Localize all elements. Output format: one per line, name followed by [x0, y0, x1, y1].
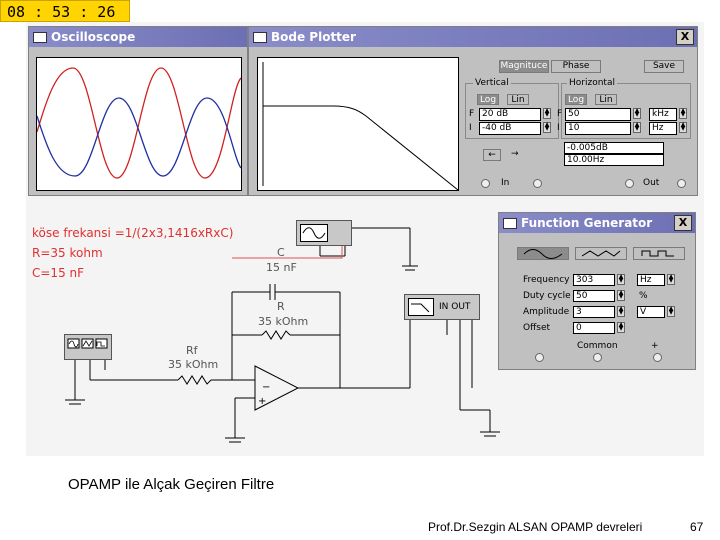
oscilloscope-symbol[interactable] [296, 220, 352, 246]
page-number: 67 [690, 520, 704, 534]
resistor-rf-value: 35 kOhm [168, 358, 219, 371]
capacitor-label: C [277, 246, 285, 259]
corner-frequency-formula: köse frekansi =1/(2x3,1416xRxC) [32, 226, 234, 240]
slide-caption: OPAMP ile Alçak Geçiren Filtre [68, 476, 275, 493]
r-value-text: R=35 kohm [32, 246, 103, 260]
lowpass-icon [411, 303, 430, 313]
resistor-r-label: R [277, 300, 285, 313]
resistor-rf-label: Rf [186, 344, 198, 357]
svg-text:−: − [262, 382, 270, 393]
svg-text:+: + [258, 396, 266, 407]
bode-symbol-in-out: IN OUT [439, 302, 471, 312]
waveform-icons [67, 338, 108, 349]
c-value-text: C=15 nF [32, 266, 85, 280]
footer-author: Prof.Dr.Sezgin ALSAN OPAMP devreleri [428, 520, 643, 534]
capacitor-value: 15 nF [266, 261, 297, 274]
function-generator-symbol[interactable] [64, 334, 112, 360]
bode-plotter-symbol[interactable]: IN OUT [404, 294, 480, 320]
sine-icon [302, 227, 326, 239]
circuit-schematic: − + [65, 227, 500, 443]
resistor-r-value: 35 kOhm [258, 315, 309, 328]
oscilloscope-symbol-screen [300, 224, 328, 242]
bode-symbol-screen [408, 298, 434, 316]
